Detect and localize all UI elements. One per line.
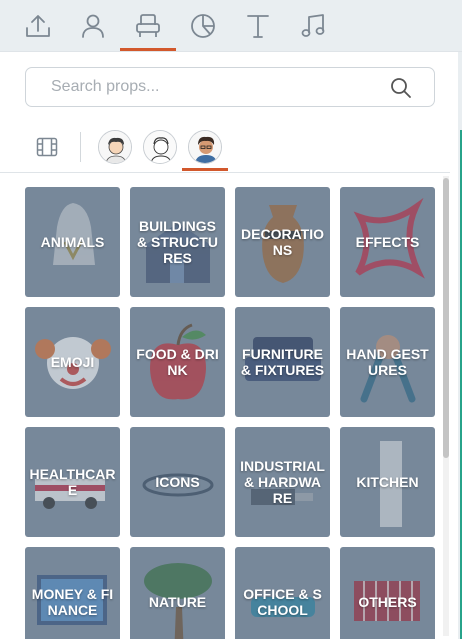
category-tile-money-finance[interactable]: MONEY & FINANCE <box>25 547 120 639</box>
person-icon <box>82 14 104 38</box>
text-icon <box>247 15 269 38</box>
category-tile-healthcare[interactable]: HEALTHCARE <box>25 427 120 537</box>
props-panel: ANIMALS BUILDINGS & STRUCTURES DECORATIONS… <box>0 0 462 639</box>
divider <box>80 132 81 162</box>
tab-props[interactable] <box>120 0 176 52</box>
category-label: DECORATIONS <box>241 226 324 258</box>
category-tile-office-school[interactable]: OFFICE & SCHOOL <box>235 547 330 639</box>
tab-charts[interactable] <box>175 0 231 52</box>
character-avatar-2[interactable] <box>143 130 177 164</box>
upload-icon <box>26 15 50 37</box>
category-label: OFFICE & SCHOOL <box>243 586 322 618</box>
category-tile-nature[interactable]: NATURE <box>130 547 225 639</box>
avatar-character-1-icon <box>99 131 131 163</box>
category-label: ANIMALS <box>40 234 105 250</box>
tab-bar <box>0 0 462 52</box>
category-tile-animals[interactable]: ANIMALS <box>25 187 120 297</box>
category-label: INDUSTRIAL & HARDWARE <box>240 458 325 506</box>
search-box <box>25 67 435 107</box>
avatar-character-2-icon <box>144 131 176 163</box>
active-character-indicator <box>182 168 228 171</box>
category-tile-icons[interactable]: ICONS <box>130 427 225 537</box>
category-tile-others[interactable]: OTHERS <box>340 547 435 639</box>
category-others-illustration <box>354 581 420 621</box>
category-tile-emoji[interactable]: EMOJI <box>25 307 120 417</box>
tab-text[interactable] <box>230 0 286 52</box>
category-label: ICONS <box>155 474 200 490</box>
category-label: MONEY & FINANCE <box>31 586 114 618</box>
category-label: NATURE <box>148 594 207 610</box>
category-tile-kitchen[interactable]: KITCHEN <box>340 427 435 537</box>
category-tile-buildings-structures[interactable]: BUILDINGS & STRUCTURES <box>130 187 225 297</box>
chair-icon <box>136 14 160 37</box>
category-tile-decorations[interactable]: DECORATIONS <box>235 187 330 297</box>
category-label: HAND GESTURES <box>346 346 429 378</box>
character-avatar-1[interactable] <box>98 130 132 164</box>
music-icon <box>301 14 325 37</box>
category-tile-hand-gestures[interactable]: HAND GESTURES <box>340 307 435 417</box>
category-label: EFFECTS <box>355 234 420 250</box>
category-label: FOOD & DRINK <box>136 346 219 378</box>
pie-chart-icon <box>191 14 215 38</box>
category-tile-industrial-hardware[interactable]: INDUSTRIAL & HARDWARE <box>235 427 330 537</box>
search-input[interactable] <box>51 78 391 96</box>
category-tile-furniture-fixtures[interactable]: FURNITURE & FIXTURES <box>235 307 330 417</box>
category-tile-effects[interactable]: EFFECTS <box>340 187 435 297</box>
category-label: EMOJI <box>50 354 95 370</box>
category-label: BUILDINGS & STRUCTURES <box>137 218 218 266</box>
category-label: HEALTHCARE <box>29 466 116 498</box>
tab-characters[interactable] <box>65 0 121 52</box>
category-label: KITCHEN <box>356 474 419 490</box>
search-icon[interactable] <box>390 77 412 99</box>
active-tab-indicator <box>120 48 176 51</box>
tab-upload[interactable] <box>10 0 66 52</box>
tab-music[interactable] <box>285 0 341 52</box>
category-label: OTHERS <box>358 594 417 610</box>
category-nature-illustration <box>144 563 212 639</box>
film-grid-icon[interactable] <box>36 136 58 158</box>
scrollbar-thumb[interactable] <box>443 178 449 458</box>
character-avatar-3[interactable] <box>188 130 222 164</box>
category-tile-food-drink[interactable]: FOOD & DRINK <box>130 307 225 417</box>
character-filter-row <box>0 126 462 172</box>
avatar-character-3-icon <box>189 131 221 163</box>
category-label: FURNITURE & FIXTURES <box>240 346 325 378</box>
divider <box>0 172 450 173</box>
